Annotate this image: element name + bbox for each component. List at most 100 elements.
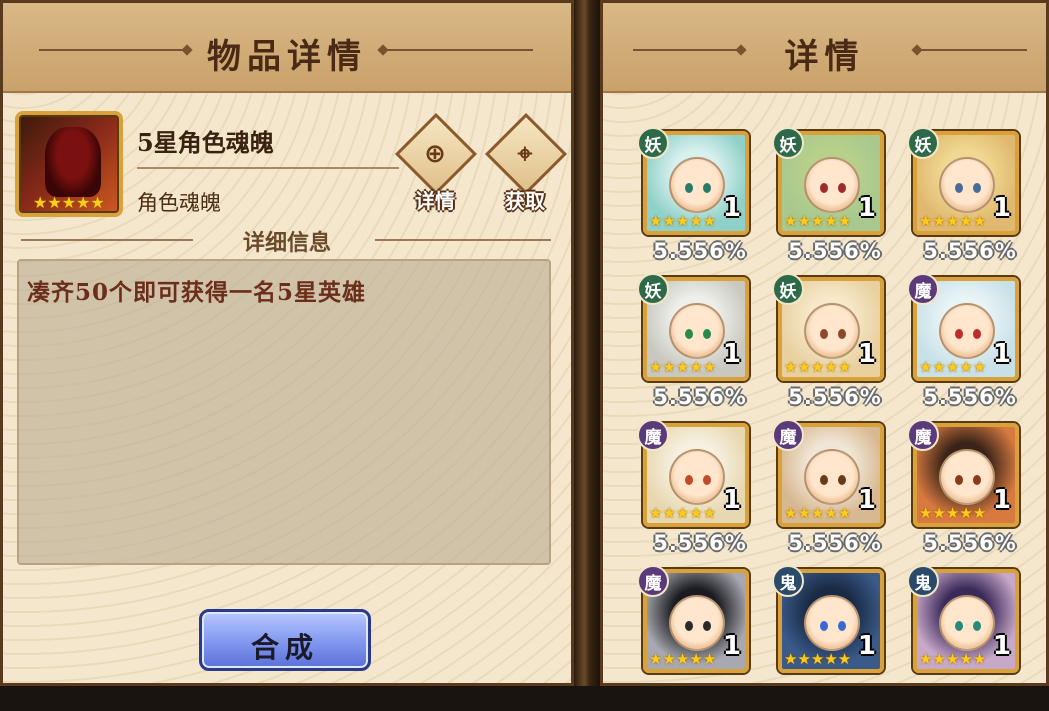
hero-eye	[973, 183, 981, 193]
header-ornament-right	[917, 49, 1027, 51]
item-star-rating: ★ ★ ★ ★ ★	[33, 195, 105, 211]
hero-eye	[703, 329, 711, 339]
hero-star-rating: ★ ★ ★ ★ ★	[919, 360, 986, 375]
hero-count: 1	[722, 193, 741, 223]
compose-button[interactable]: 合成	[199, 609, 371, 671]
faction-badge-icon: 魔	[907, 273, 939, 305]
section-title: 详细信息	[242, 230, 331, 256]
star-icon: ★	[945, 212, 960, 230]
star-icon: ★	[662, 212, 676, 230]
hero-eye	[703, 183, 711, 193]
hero-drop-chance: 5.556%	[788, 531, 882, 555]
faction-badge-icon: 妖	[907, 127, 939, 159]
hero-eye	[820, 329, 828, 339]
hero-entry: ★ ★ ★ ★ ★ 1 妖 5.556%	[637, 127, 772, 273]
hero-eye	[955, 329, 963, 339]
star-icon: ★	[837, 212, 852, 230]
star-icon: ★	[797, 650, 811, 668]
star-icon: ★	[810, 650, 825, 668]
hero-portrait	[939, 157, 995, 213]
star-icon: ★	[675, 504, 690, 522]
hero-entry: ★ ★ ★ ★ ★ 1 妖 5.556%	[907, 127, 1042, 273]
hero-eye	[838, 329, 846, 339]
hero-eye	[973, 621, 981, 631]
hero-eye	[820, 475, 828, 485]
details-button[interactable]: ⊕ 详情	[393, 112, 478, 213]
faction-badge-icon: 妖	[637, 273, 669, 305]
hero-count: 1	[722, 485, 741, 515]
star-icon: ★	[797, 504, 811, 522]
star-icon: ★	[810, 358, 825, 376]
hero-star-rating: ★ ★ ★ ★ ★	[784, 360, 851, 375]
faction-badge-icon: 魔	[772, 419, 804, 451]
star-icon: ★	[972, 504, 987, 522]
hero-eye	[685, 329, 693, 339]
hero-eye	[820, 621, 828, 631]
hero-portrait	[939, 303, 995, 359]
hero-star-rating: ★ ★ ★ ★ ★	[784, 214, 851, 229]
hero-drop-chance: 5.556%	[923, 531, 1017, 555]
obtain-button-label: 获取	[505, 189, 545, 213]
obtain-button[interactable]: ⌖ 获取	[483, 112, 568, 213]
hero-star-rating: ★ ★ ★ ★ ★	[649, 506, 716, 521]
star-icon: ★	[649, 358, 663, 376]
star-icon: ★	[689, 212, 703, 230]
star-icon: ★	[702, 504, 717, 522]
faction-badge-icon: 鬼	[772, 565, 804, 597]
hero-eye	[685, 183, 693, 193]
star-icon: ★	[784, 358, 798, 376]
star-icon: ★	[810, 212, 825, 230]
hero-star-rating: ★ ★ ★ ★ ★	[649, 652, 716, 667]
item-type: 角色魂魄	[137, 191, 221, 215]
faction-badge-icon: 鬼	[907, 565, 939, 597]
hero-eye	[955, 475, 963, 485]
hero-star-rating: ★ ★ ★ ★ ★	[919, 214, 986, 229]
item-icon: ★ ★ ★ ★ ★	[15, 111, 123, 217]
item-description: 凑齐50个即可获得一名5星英雄	[27, 279, 367, 306]
star-icon: ★	[662, 358, 676, 376]
hero-portrait	[804, 303, 860, 359]
star-icon: ★	[945, 504, 960, 522]
hero-entry: ★ ★ ★ ★ ★ 1 魔 5.556%	[907, 419, 1042, 565]
hero-drop-chance: 5.556%	[653, 531, 747, 555]
star-icon: ★	[61, 193, 77, 212]
hero-count: 1	[857, 339, 876, 369]
faction-badge-icon: 妖	[637, 127, 669, 159]
item-detail-header: 物品详情	[3, 3, 571, 93]
details-panel: 详情 ★ ★ ★ ★ ★ 1 妖 5.556% ★ ★ ★ ★ ★ 1 妖 5.556% ★ ★ ★ ★ ★ 1 妖 5.55…	[600, 0, 1049, 686]
hero-count: 1	[992, 485, 1011, 515]
star-icon: ★	[784, 650, 798, 668]
hero-count: 1	[857, 193, 876, 223]
item-name: 5星角色魂魄	[137, 128, 274, 157]
star-icon: ★	[649, 504, 663, 522]
faction-badge-icon: 魔	[907, 419, 939, 451]
hero-eye	[955, 183, 963, 193]
star-icon: ★	[784, 212, 798, 230]
faction-badge-icon: 魔	[637, 419, 669, 451]
star-icon: ★	[959, 358, 973, 376]
hero-eye	[820, 183, 828, 193]
hero-star-rating: ★ ★ ★ ★ ★	[649, 214, 716, 229]
hero-star-rating: ★ ★ ★ ★ ★	[784, 506, 851, 521]
star-icon: ★	[90, 193, 105, 212]
star-icon: ★	[649, 212, 663, 230]
star-icon: ★	[797, 358, 811, 376]
header-ornament-right	[383, 49, 533, 51]
panel-divider	[574, 0, 600, 686]
details-button-label: 详情	[415, 189, 455, 213]
star-icon: ★	[702, 358, 717, 376]
hero-drop-chance: 5.556%	[788, 239, 882, 263]
hero-drop-chance: 5.556%	[923, 239, 1017, 263]
hero-eye	[703, 475, 711, 485]
star-icon: ★	[919, 504, 933, 522]
star-icon: ★	[675, 358, 690, 376]
faction-badge-icon: 魔	[637, 565, 669, 597]
star-icon: ★	[33, 193, 48, 212]
magnify-plus-icon: ⊕	[424, 139, 446, 169]
hero-count: 1	[992, 631, 1011, 661]
section-divider-right	[375, 239, 551, 241]
star-icon: ★	[689, 358, 703, 376]
hero-drop-chance: 5.556%	[653, 385, 747, 409]
hero-star-rating: ★ ★ ★ ★ ★	[919, 652, 986, 667]
hero-count: 1	[722, 631, 741, 661]
